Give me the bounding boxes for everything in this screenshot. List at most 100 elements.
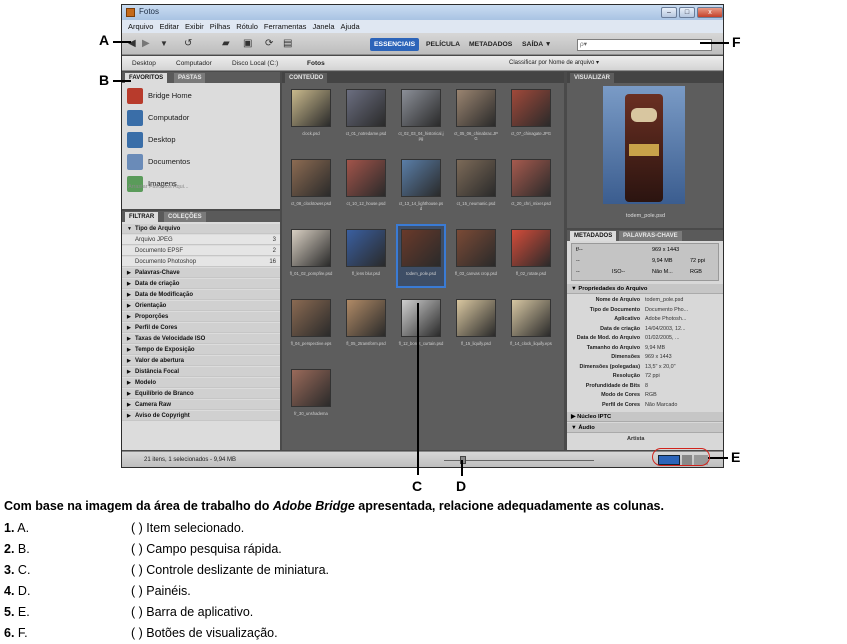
quick-resolution: 72 ppi — [690, 258, 705, 264]
back-icon[interactable]: ◀ — [128, 37, 136, 51]
tab-filtrar[interactable]: FILTRAR — [125, 212, 159, 222]
rotate-icon[interactable]: ⟳ — [265, 37, 273, 51]
filter-category[interactable]: ▶ Taxas de Velocidade ISO — [122, 334, 280, 344]
path-desktop[interactable]: Desktop — [132, 56, 156, 71]
workspace-tab-pelicula[interactable]: PELÍCULA — [422, 38, 464, 51]
quick-search-field[interactable]: ρ▾ — [577, 39, 712, 51]
thumbnail[interactable]: ct_01_notredame.psd — [343, 86, 389, 146]
filter-category[interactable]: ▶ Camera Raw — [122, 400, 280, 410]
quick-shutter: -- — [576, 258, 580, 264]
minimize-button[interactable]: – — [661, 7, 677, 18]
thumbnail-caption: ct_05_06_chinabrac.JPG — [454, 131, 498, 141]
thumbnail[interactable]: ct_05_06_chinabrac.JPG — [453, 86, 499, 146]
tab-pastas[interactable]: PASTAS — [174, 73, 206, 83]
menu-item-3[interactable]: Pilhas — [210, 20, 230, 33]
thumbnail[interactable]: fl_15_liquify.psd — [453, 296, 499, 356]
filter-category[interactable]: ▶ Aviso de Copyright — [122, 411, 280, 421]
thumbnail-caption: ct_01_notredame.psd — [345, 131, 387, 136]
thumbnail[interactable]: ct_13_14_lighthouse.psd — [398, 156, 444, 216]
menu-item-7[interactable]: Ajuda — [341, 20, 360, 33]
filter-category[interactable]: ▶ Equilíbrio de Branco — [122, 389, 280, 399]
thumbnail-image — [291, 229, 331, 267]
tab-conteudo[interactable]: CONTEÚDO — [285, 73, 328, 83]
thumbnail[interactable]: ct_20_chri_mixer.psd — [508, 156, 554, 216]
menu-item-4[interactable]: Rótulo — [236, 20, 258, 33]
tab-metadados[interactable]: METADADOS — [570, 231, 617, 241]
thumbnail[interactable]: ct_15_neumanic.psd — [453, 156, 499, 216]
thumbnail-caption: fl_15_liquify.psd — [461, 341, 491, 346]
path-computer[interactable]: Computador — [176, 56, 212, 71]
tab-visualizar[interactable]: VISUALIZAR — [570, 73, 614, 83]
workspace-tab-saida[interactable]: SAÍDA ▼ — [518, 38, 556, 51]
thumbnail[interactable]: ct_10_12_house.psd — [343, 156, 389, 216]
menu-item-6[interactable]: Janela — [312, 20, 334, 33]
right-column-item: ( ) Controle deslizante de miniatura. — [131, 563, 330, 577]
favorites-hint: Arrastar Favoritos Aqui... — [128, 184, 189, 190]
filter-item[interactable]: Arquivo JPEG 3 — [122, 235, 280, 245]
thumbnail[interactable]: fl_14_clock_liquify.eps — [508, 296, 554, 356]
close-button[interactable]: x — [697, 7, 723, 18]
section-iptc[interactable]: ▶ Núcleo IPTC — [567, 412, 723, 422]
thumbnail[interactable]: fl_05_2transform.psd — [343, 296, 389, 356]
sort-dropdown[interactable]: Classificar por Nome de arquivo ▾ — [509, 56, 599, 71]
section-audio[interactable]: ▼ Áudio — [567, 423, 723, 433]
thumbnail[interactable]: fl_03_canvas crop.psd — [453, 226, 499, 286]
forward-icon[interactable]: ▶ — [142, 37, 150, 51]
maximize-button[interactable]: □ — [679, 7, 695, 18]
menu-item-2[interactable]: Exibir — [185, 20, 204, 33]
filter-category[interactable]: ▶ Modelo — [122, 378, 280, 388]
section-file-properties[interactable]: ▼ Propriedades do Arquivo — [567, 284, 723, 294]
recent-dropdown-icon[interactable]: ▼ — [160, 37, 168, 51]
filter-category[interactable]: ▶ Data de criação — [122, 279, 280, 289]
filter-category[interactable]: ▶ Data de Modificação — [122, 290, 280, 300]
thumbnail[interactable]: ct_07_chinagate.JPG — [508, 86, 554, 146]
tab-palavras-chave[interactable]: PALAVRAS-CHAVE — [619, 231, 682, 241]
workspace-tab-metadados[interactable]: METADADOS — [465, 38, 516, 51]
filter-category[interactable]: ▶ Distância Focal — [122, 367, 280, 377]
thumbnail-caption: fl_lens blur.psd — [352, 271, 380, 276]
return-icon[interactable]: ↺ — [184, 37, 192, 51]
menu-item-1[interactable]: Editar — [159, 20, 179, 33]
thumbnail[interactable]: fl_lens blur.psd — [343, 226, 389, 286]
path-fotos[interactable]: Fotos — [307, 56, 325, 71]
filter-category[interactable]: ▶ Palavras-Chave — [122, 268, 280, 278]
filter-item[interactable]: Documento Photoshop 16 — [122, 257, 280, 267]
thumbnail[interactable]: fl_12_bonet_curtain.psd — [398, 296, 444, 356]
thumbnail[interactable]: clock.psd — [288, 86, 334, 146]
filter-category[interactable]: ▶ Tempo de Exposição — [122, 345, 280, 355]
favorite-label: Documentos — [148, 157, 191, 166]
thumbnail-caption: todem_pole.psd — [406, 271, 436, 276]
filter-item[interactable]: Documento EPSF 2 — [122, 246, 280, 256]
quick-exposure: -- — [576, 269, 580, 275]
thumbnail-image — [456, 229, 496, 267]
status-text: 21 itens, 1 selecionados - 9,94 MB — [144, 457, 237, 463]
view-buttons-highlight — [652, 448, 710, 466]
tab-colecoes[interactable]: COLEÇÕES — [164, 212, 206, 222]
thumbnail-image — [511, 89, 551, 127]
favorite-label: Computador — [148, 113, 190, 122]
thumbnail[interactable]: fl_01_02_pompfire.psd — [288, 226, 334, 286]
menu-item-0[interactable]: Arquivo — [128, 20, 153, 33]
camera-icon[interactable]: ▰ — [222, 37, 230, 51]
filter-category[interactable]: ▼ Tipo de Arquivo — [122, 224, 280, 234]
filter-category[interactable]: ▶ Proporções — [122, 312, 280, 322]
filter-category[interactable]: ▶ Perfil de Cores — [122, 323, 280, 333]
thumbnail[interactable]: ct_02_03_04_historical.jpg — [398, 86, 444, 146]
thumbnail[interactable]: ct_08_clocktower.psd — [288, 156, 334, 216]
thumbnail-selected[interactable]: todem_pole.psd — [396, 224, 446, 288]
workspace-tab-essenciais[interactable]: ESSENCIAIS — [370, 38, 420, 51]
menu-item-5[interactable]: Ferramentas — [264, 20, 307, 33]
tab-favoritos[interactable]: FAVORITOS — [125, 73, 168, 83]
thumbnail[interactable]: fl_04_perspective.eps — [288, 296, 334, 356]
metadata-row: Tipo de Documento Documento Pho... — [589, 306, 689, 313]
filter-category[interactable]: ▶ Orientação — [122, 301, 280, 311]
thumbnail[interactable]: fr_30_unshadema — [288, 366, 334, 426]
thumbnail-slider-track[interactable] — [444, 460, 594, 461]
refine-icon[interactable]: ▣ — [243, 37, 252, 51]
quick-flash: Não M... — [652, 269, 673, 275]
bridge-window: Fotos – □ x Arquivo Editar Exibir Pilhas Rót… — [121, 4, 724, 468]
thumbnail[interactable]: fl_02_rotate.psd — [508, 226, 554, 286]
path-disk[interactable]: Disco Local (C:) — [232, 56, 278, 71]
filter-category[interactable]: ▶ Valor de abertura — [122, 356, 280, 366]
open-icon[interactable]: ▤ — [283, 37, 292, 51]
